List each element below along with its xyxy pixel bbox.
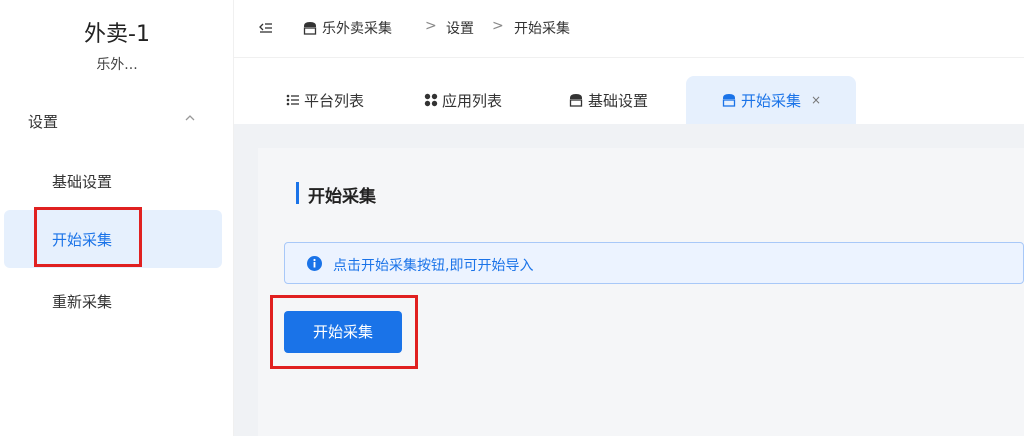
tab-basic-settings[interactable]: 基础设置 [568, 76, 648, 124]
title-accent-bar [296, 182, 299, 204]
page-title: 开始采集 [308, 187, 376, 207]
highlight-box-sidebar [34, 207, 142, 267]
tab-label: 基础设置 [588, 91, 649, 110]
app-subtitle: 乐外... [96, 57, 138, 73]
breadcrumb-item-root[interactable]: 乐外卖采集 [302, 18, 392, 38]
store-icon [569, 94, 583, 107]
tab-app-list[interactable]: 应用列表 [424, 76, 502, 124]
breadcrumb-label: 开始采集 [514, 21, 570, 37]
sidebar-item-label: 基础设置 [52, 173, 113, 191]
tab-platform-list[interactable]: 平台列表 [286, 76, 364, 124]
tab-label: 应用列表 [442, 91, 503, 110]
apps-icon [424, 93, 438, 107]
sidebar-item-label: 重新采集 [52, 293, 113, 311]
app-title: 外卖-1 [84, 22, 150, 47]
alert-text: 点击开始采集按钮,即可开始导入 [333, 258, 534, 274]
breadcrumb-separator: > [492, 18, 504, 34]
breadcrumb-label: 乐外卖采集 [322, 21, 392, 37]
store-icon [303, 22, 317, 35]
breadcrumb-item-current: 开始采集 [514, 18, 570, 38]
tab-label: 平台列表 [304, 91, 365, 110]
list-icon [286, 94, 299, 106]
info-icon [307, 256, 322, 271]
breadcrumb-label: 设置 [446, 21, 474, 37]
chevron-up-icon [185, 115, 195, 121]
sidebar-item-recollect[interactable]: 重新采集 [4, 272, 222, 330]
store-icon [722, 94, 736, 107]
menu-group-settings[interactable]: 设置 [0, 100, 234, 140]
menu-collapse-icon[interactable] [258, 20, 274, 36]
breadcrumb-item-settings[interactable]: 设置 [446, 18, 474, 38]
sidebar-item-basic-settings[interactable]: 基础设置 [4, 152, 222, 210]
breadcrumb-separator: > [425, 18, 437, 34]
close-icon[interactable]: × [811, 93, 821, 107]
tab-start-collect[interactable]: 开始采集 × [686, 76, 856, 124]
highlight-box-button [270, 295, 418, 369]
top-bar: 乐外卖采集 > 设置 > 开始采集 [234, 0, 1024, 58]
menu-group-label: 设置 [28, 113, 59, 131]
tab-label: 开始采集 [740, 91, 801, 110]
tab-bar: 平台列表 应用列表 基础设置 开始采集 × [234, 76, 1024, 124]
info-alert: 点击开始采集按钮,即可开始导入 [284, 242, 1024, 284]
